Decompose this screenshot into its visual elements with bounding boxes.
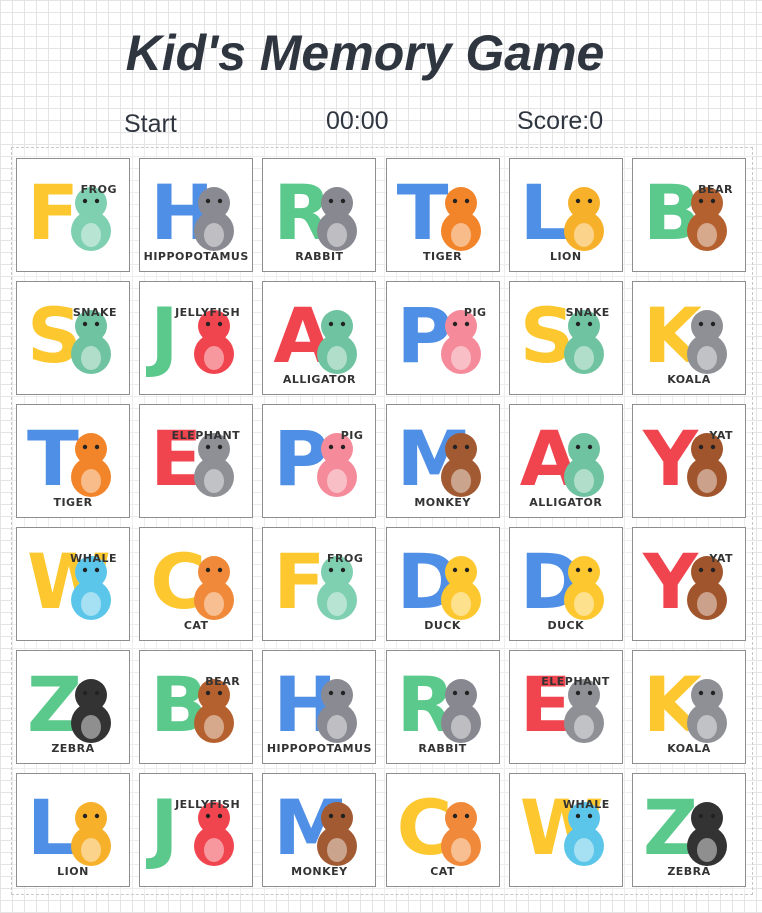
card-animal-name: FROG xyxy=(80,183,117,196)
memory-card-cat[interactable]: C CAT xyxy=(385,773,500,887)
memory-card-yat[interactable]: Y YAT xyxy=(632,527,746,641)
memory-card-snake[interactable]: S SNAKE xyxy=(508,281,623,395)
memory-card-duck[interactable]: D DUCK xyxy=(385,527,500,641)
memory-card-monkey[interactable]: M MONKEY xyxy=(385,404,500,518)
card-animal-name: ZEBRA xyxy=(667,865,711,878)
memory-card-zebra[interactable]: Z ZEBRA xyxy=(16,650,130,764)
card-animal-name: ALLIGATOR xyxy=(529,496,603,509)
rabbit-icon xyxy=(317,187,358,251)
memory-card-bear[interactable]: B BEAR xyxy=(632,158,746,272)
card-animal-name: JELLYFISH xyxy=(175,798,241,811)
card-animal-name: LION xyxy=(549,250,582,263)
memory-card-zebra[interactable]: Z ZEBRA xyxy=(632,773,746,887)
duck-icon xyxy=(440,556,481,620)
alligator-icon xyxy=(317,310,358,374)
card-animal-name: LION xyxy=(57,865,89,878)
cat-icon xyxy=(440,802,481,866)
hippopotamus-icon xyxy=(194,187,235,251)
timer-display: 00:00 xyxy=(326,107,389,135)
memory-card-tiger[interactable]: T TIGER xyxy=(385,158,500,272)
memory-card-pig[interactable]: P PIG xyxy=(385,281,500,395)
card-animal-name: YAT xyxy=(709,552,733,565)
card-animal-name: SNAKE xyxy=(72,306,117,319)
memory-card-koala[interactable]: K KOALA xyxy=(632,650,746,764)
card-animal-name: YAT xyxy=(709,429,733,442)
koala-icon xyxy=(687,310,727,374)
lion-icon xyxy=(71,802,111,866)
score-display: Score:0 xyxy=(517,107,604,135)
card-animal-name: KOALA xyxy=(667,373,711,386)
memory-card-rabbit[interactable]: R RABBIT xyxy=(262,158,377,272)
card-animal-name: MONKEY xyxy=(291,865,348,878)
card-animal-name: TIGER xyxy=(53,496,93,509)
card-animal-name: SNAKE xyxy=(565,306,610,319)
card-animal-name: FROG xyxy=(327,552,364,565)
card-animal-name: RABBIT xyxy=(295,250,344,263)
card-animal-name: PIG xyxy=(340,429,364,442)
memory-card-koala[interactable]: K KOALA xyxy=(632,281,746,395)
memory-card-alligator[interactable]: A ALLIGATOR xyxy=(262,281,377,395)
card-animal-name: TIGER xyxy=(423,250,463,263)
card-animal-name: JELLYFISH xyxy=(175,306,241,319)
lion-icon xyxy=(563,187,604,251)
card-animal-name: MONKEY xyxy=(414,496,471,509)
card-animal-name: ELEPHANT xyxy=(541,675,610,688)
memory-card-elephant[interactable]: E ELEPHANT xyxy=(508,650,623,764)
hippopotamus-icon xyxy=(317,679,358,743)
card-animal-name: CAT xyxy=(183,619,209,632)
tiger-icon xyxy=(440,187,481,251)
card-animal-name: ZEBRA xyxy=(51,742,95,755)
monkey-icon xyxy=(317,802,358,866)
game-title: Kid's Memory Game xyxy=(125,25,605,81)
card-animal-name: ALLIGATOR xyxy=(282,373,356,386)
zebra-icon xyxy=(687,802,727,866)
card-animal-name: WHALE xyxy=(70,552,117,565)
card-animal-name: BEAR xyxy=(205,675,241,688)
card-animal-name: WHALE xyxy=(562,798,610,811)
monkey-icon xyxy=(440,433,481,497)
memory-card-frog[interactable]: F FROG xyxy=(16,158,130,272)
card-animal-name: PIG xyxy=(463,306,487,319)
memory-card-cat[interactable]: C CAT xyxy=(139,527,254,641)
memory-card-bear[interactable]: B BEAR xyxy=(139,650,254,764)
memory-card-duck[interactable]: D DUCK xyxy=(508,527,623,641)
memory-card-monkey[interactable]: M MONKEY xyxy=(262,773,377,887)
koala-icon xyxy=(687,679,727,743)
card-animal-name: RABBIT xyxy=(418,742,467,755)
memory-card-frog[interactable]: F FROG xyxy=(262,527,377,641)
card-animal-name: KOALA xyxy=(667,742,711,755)
memory-card-whale[interactable]: W WHALE xyxy=(508,773,623,887)
card-animal-name: DUCK xyxy=(547,619,585,632)
memory-card-hippopotamus[interactable]: H HIPPOPOTAMUS xyxy=(262,650,377,764)
memory-card-snake[interactable]: S SNAKE xyxy=(16,281,130,395)
rabbit-icon xyxy=(440,679,481,743)
memory-card-elephant[interactable]: E ELEPHANT xyxy=(139,404,254,518)
memory-card-yat[interactable]: Y YAT xyxy=(632,404,746,518)
card-animal-name: CAT xyxy=(430,865,455,878)
card-animal-name: HIPPOPOTAMUS xyxy=(266,742,372,755)
card-animal-name: ELEPHANT xyxy=(171,429,241,442)
memory-card-rabbit[interactable]: R RABBIT xyxy=(385,650,500,764)
tiger-icon xyxy=(71,433,111,497)
memory-card-alligator[interactable]: A ALLIGATOR xyxy=(508,404,623,518)
memory-card-pig[interactable]: P PIG xyxy=(262,404,377,518)
alligator-icon xyxy=(563,433,604,497)
memory-card-jellyfish[interactable]: J JELLYFISH xyxy=(139,773,254,887)
zebra-icon xyxy=(71,679,111,743)
cat-icon xyxy=(194,556,235,620)
start-button[interactable]: Start xyxy=(124,110,177,139)
memory-card-whale[interactable]: W WHALE xyxy=(16,527,130,641)
card-animal-name: DUCK xyxy=(424,619,461,632)
memory-card-hippopotamus[interactable]: H HIPPOPOTAMUS xyxy=(139,158,254,272)
memory-card-lion[interactable]: L LION xyxy=(508,158,623,272)
duck-icon xyxy=(563,556,604,620)
card-animal-name: BEAR xyxy=(698,183,733,196)
memory-card-jellyfish[interactable]: J JELLYFISH xyxy=(139,281,254,395)
memory-card-lion[interactable]: L LION xyxy=(16,773,130,887)
card-grid: F FROG H HIPPOPOTAMUS R RABBIT T TIGER L LION B BEA… xyxy=(11,147,753,895)
memory-card-tiger[interactable]: T TIGER xyxy=(16,404,130,518)
card-animal-name: HIPPOPOTAMUS xyxy=(143,250,249,263)
